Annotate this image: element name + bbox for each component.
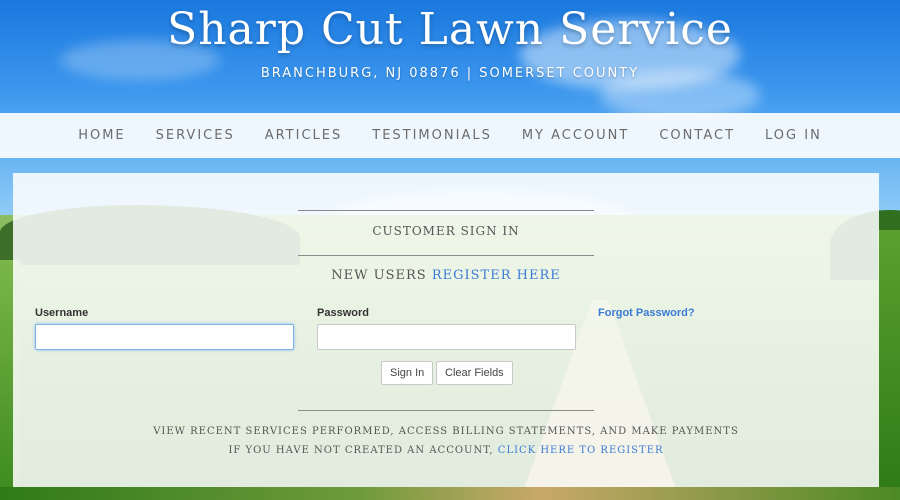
forgot-password-link[interactable]: Forgot Password? (598, 307, 695, 319)
sign-in-button[interactable]: Sign In (381, 361, 434, 385)
nav-item-services[interactable]: SERVICES (141, 128, 250, 143)
grass-edge (878, 230, 900, 500)
username-input[interactable] (35, 324, 294, 350)
username-label: Username (35, 307, 89, 319)
site-tagline: BRANCHBURG, NJ 08876 | SOMERSET COUNTY (260, 66, 640, 81)
signin-panel: CUSTOMER SIGN IN NEW USERS REGISTER HERE… (13, 173, 879, 487)
register-line: IF YOU HAVE NOT CREATED AN ACCOUNT, CLIC… (13, 445, 879, 456)
password-label: Password (317, 307, 369, 319)
signin-heading: CUSTOMER SIGN IN (372, 224, 520, 238)
main-nav: HOME SERVICES ARTICLES TESTIMONIALS MY A… (0, 113, 900, 158)
site-title: Sharp Cut Lawn Service (167, 4, 733, 55)
nav-item-articles[interactable]: ARTICLES (250, 128, 358, 143)
clear-fields-button[interactable]: Clear Fields (436, 361, 513, 385)
nav-item-my-account[interactable]: MY ACCOUNT (507, 128, 645, 143)
register-here-link[interactable]: REGISTER HERE (432, 268, 561, 283)
click-here-register-link[interactable]: CLICK HERE TO REGISTER (498, 445, 664, 456)
nav-item-testimonials[interactable]: TESTIMONIALS (357, 128, 507, 143)
nav-item-home[interactable]: HOME (63, 128, 140, 143)
new-users-label: NEW USERS (331, 268, 432, 283)
divider (298, 255, 594, 256)
nav-item-contact[interactable]: CONTACT (644, 128, 750, 143)
account-info-text: VIEW RECENT SERVICES PERFORMED, ACCESS B… (153, 426, 739, 437)
new-users-line: NEW USERS REGISTER HERE (13, 268, 879, 283)
site-header: Sharp Cut Lawn Service BRANCHBURG, NJ 08… (0, 0, 900, 113)
divider (298, 210, 594, 211)
divider (298, 410, 594, 411)
nav-item-log-in[interactable]: LOG IN (750, 128, 837, 143)
password-input[interactable] (317, 324, 576, 350)
register-prefix-text: IF YOU HAVE NOT CREATED AN ACCOUNT, (228, 445, 498, 456)
ground (0, 487, 900, 500)
